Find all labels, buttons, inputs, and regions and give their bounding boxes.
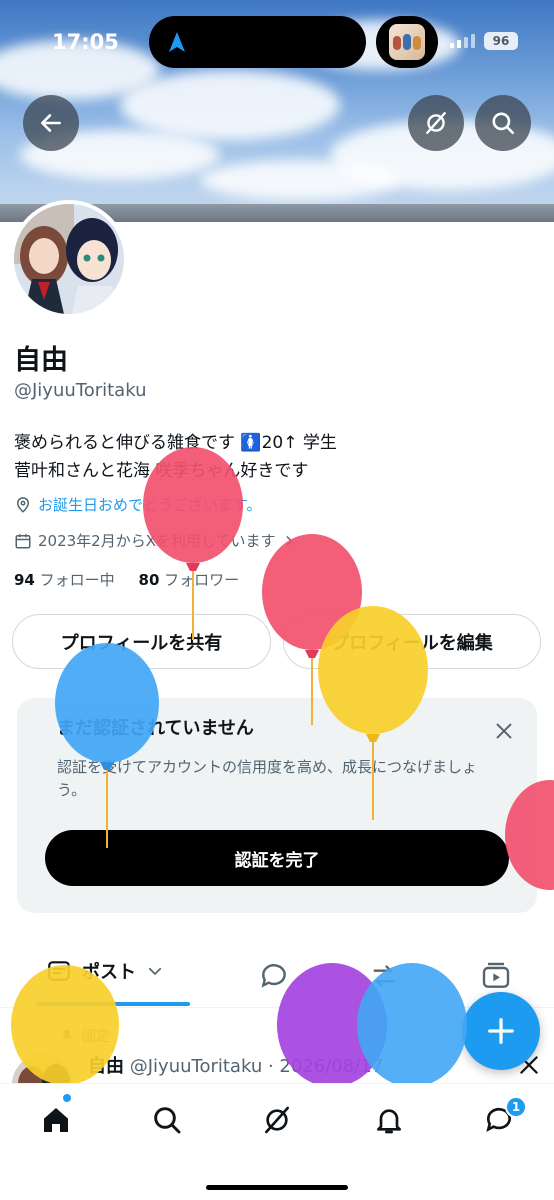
pinned-indicator: 固定 (60, 1026, 110, 1046)
chevron-down-icon (148, 967, 162, 976)
home-icon (44, 1108, 68, 1132)
edit-profile-button[interactable]: プロフィールを編集 (283, 614, 541, 669)
follow-stats: 94 フォロー中 80 フォロワー (14, 569, 239, 590)
joined-row[interactable]: 2023年2月からXを利用しています (14, 530, 296, 551)
verification-title: まだ認証されていません (57, 718, 254, 739)
verification-description: 認証を受けてアカウントの信用度を高め、成長につなげましょう。 (57, 758, 478, 799)
profile-avatar[interactable] (10, 200, 128, 318)
share-profile-button[interactable]: プロフィールを共有 (12, 614, 271, 669)
post-header[interactable]: 自由 @JiyuuToritaku · 2026/08/17 (88, 1052, 383, 1078)
bottom-navigation: 1 (0, 1083, 554, 1200)
home-indicator (206, 1185, 348, 1190)
pin-icon (61, 1030, 73, 1042)
back-arrow-icon (41, 114, 61, 132)
post-list-icon (48, 961, 70, 981)
bio-line-1: 褒められると伸びる雑食です 🚺20↑ 学生 (14, 433, 337, 453)
location-icon (16, 496, 30, 513)
tab-posts[interactable]: ポスト (46, 958, 164, 984)
post-handle-date: @JiyuuToritaku · 2026/08/17 (129, 1056, 384, 1077)
plus-icon (488, 1018, 514, 1044)
following-label: フォロー中 (39, 571, 115, 589)
verification-card: まだ認証されていません 認証を受けてアカウントの信用度を高め、成長につなげましょ… (17, 698, 537, 913)
post-author-name: 自由 (88, 1056, 124, 1077)
signal-icon (450, 34, 475, 48)
chevron-right-icon (286, 535, 292, 546)
bell-icon (377, 1109, 401, 1134)
content-tabs: ポスト (0, 950, 554, 1008)
navigation-arrow-icon (169, 32, 185, 52)
home-notification-dot (63, 1094, 71, 1102)
followers-count: 80 (138, 571, 160, 589)
nav-notifications[interactable] (369, 1100, 409, 1140)
grok-icon (426, 112, 446, 134)
tab-posts-label: ポスト (82, 962, 136, 983)
followers-label: フォロワー (164, 571, 240, 589)
status-time: 17:05 (52, 30, 119, 54)
following-count: 94 (14, 571, 35, 589)
live-activity-thumbnail (389, 24, 425, 60)
following-link[interactable]: 94 フォロー中 (14, 571, 115, 589)
avatar-illustration (14, 204, 124, 314)
active-tab-indicator (36, 1002, 190, 1006)
back-button[interactable] (23, 95, 79, 151)
calendar-icon (15, 533, 31, 548)
search-button[interactable] (475, 95, 531, 151)
reply-icon[interactable] (258, 960, 290, 992)
grok-icon (265, 1106, 289, 1134)
birthday-text[interactable]: お誕生日おめでとうございます。 (38, 494, 262, 515)
compose-button[interactable] (462, 992, 540, 1070)
video-icon[interactable] (480, 960, 512, 992)
repost-icon[interactable] (368, 960, 400, 992)
complete-verification-button[interactable]: 認証を完了 (45, 830, 509, 886)
nav-grok[interactable] (257, 1100, 297, 1140)
pinned-label: 固定 (82, 1029, 110, 1045)
user-handle: @JiyuuToritaku (14, 380, 147, 401)
joined-text: 2023年2月からXを利用しています (38, 532, 276, 550)
bio-line-2: 菅叶和さんと花海 咲季ちゃん好きです (14, 461, 309, 481)
display-name: 自由 (14, 345, 68, 376)
nav-home[interactable] (36, 1100, 76, 1140)
grok-button[interactable] (408, 95, 464, 151)
birthday-row[interactable]: お誕生日おめでとうございます。 (14, 494, 262, 515)
messages-badge: 1 (505, 1096, 527, 1118)
search-icon (492, 112, 515, 135)
nav-search[interactable] (147, 1100, 187, 1140)
battery-indicator: 96 (484, 32, 518, 50)
close-icon[interactable] (493, 720, 515, 742)
search-icon (154, 1107, 181, 1134)
followers-link[interactable]: 80 フォロワー (139, 571, 240, 589)
